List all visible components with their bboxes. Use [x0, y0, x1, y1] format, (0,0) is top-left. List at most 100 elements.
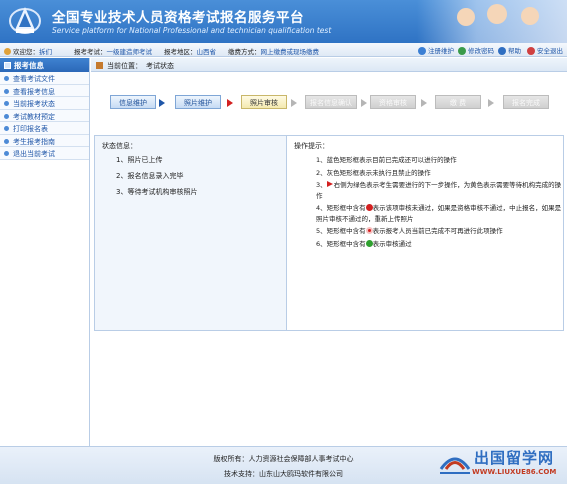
- sidebar-item-exit-exam[interactable]: 退出当前考试: [0, 147, 89, 160]
- watermark-logo-icon: [439, 457, 471, 474]
- bullet-icon: [4, 113, 9, 119]
- step-photo-maintain[interactable]: 照片维护: [175, 95, 221, 109]
- help-link[interactable]: 帮助: [498, 45, 521, 55]
- step-info-maintain[interactable]: 信息维护: [110, 95, 156, 109]
- bullet-icon: [4, 151, 9, 156]
- region-value: 山西省: [196, 48, 217, 56]
- site-title: 全国专业技术人员资格考试报名服务平台: [52, 10, 304, 26]
- user-info-bar: 欢迎您：拆们 报考考试：一级建造师考试 报考地区：山西省 缴费方式：网上缴费或现…: [0, 43, 567, 57]
- sidebar-item-label: 查看考试文件: [13, 75, 55, 83]
- status-panel: 状态信息： 1、照片已上传 2、报名信息录入完毕 3、等待考试机构审核照片: [95, 136, 287, 330]
- step-photo-review: 照片审核: [241, 95, 287, 109]
- tip-text: 表示报考人员当前已完成不可再进行此项操作: [372, 227, 503, 235]
- breadcrumb-label: 当前位置：: [107, 62, 142, 70]
- status-title: 状态信息：: [102, 142, 137, 150]
- tip-text: 4、矩形框中含有: [316, 204, 366, 212]
- exam-label: 报考考试：: [74, 48, 107, 56]
- sidebar-item-label: 考生报考指南: [13, 137, 55, 146]
- sidebar-item-view-exam-files[interactable]: 查看考试文件: [0, 72, 89, 85]
- bullet-icon: [4, 126, 9, 131]
- tips-title: 操作提示：: [294, 142, 329, 150]
- sidebar-item-view-registration[interactable]: 查看报考信息: [0, 84, 89, 97]
- sidebar-heading: 报考信息: [0, 58, 89, 72]
- tip-text: 2、灰色矩形框表示未执行且禁止的操作: [316, 168, 431, 177]
- step-payment: 缴 费: [435, 95, 481, 109]
- tip-item: 1、蓝色矩形框表示目前已完成还可以进行的操作: [294, 155, 563, 166]
- tips-panel: 操作提示： 1、蓝色矩形框表示目前已完成还可以进行的操作 2、灰色矩形框表示未执…: [288, 136, 563, 330]
- tip-text: 6、矩形框中含有: [316, 239, 366, 248]
- step-confirm-info: 报名信息确认: [305, 95, 357, 109]
- payment-label: 缴费方式：: [228, 48, 261, 56]
- step-label: 缴 费: [449, 99, 467, 107]
- sidebar-item-label: 退出当前考试: [13, 150, 55, 158]
- bullet-icon: [4, 88, 9, 94]
- folder-icon: [4, 62, 11, 69]
- bullet-icon: [4, 101, 9, 106]
- pta-logo-icon: [9, 7, 41, 34]
- bullet-icon: [4, 138, 9, 144]
- step-label: 照片审核: [250, 99, 278, 107]
- logout-icon: [527, 47, 535, 55]
- key-icon: [458, 47, 466, 55]
- sidebar-heading-label: 报考信息: [14, 61, 44, 70]
- payment-info: 缴费方式：网上缴费或现场缴费: [228, 46, 319, 56]
- arrow-right-icon: [488, 99, 494, 107]
- sidebar-item-current-status[interactable]: 当前报考状态: [0, 97, 89, 110]
- change-password-link[interactable]: 修改密码: [458, 45, 494, 55]
- user-name: 拆们: [39, 48, 52, 56]
- breadcrumb-page: 考试状态: [146, 62, 174, 70]
- exam-value: 一级建造师考试: [106, 48, 153, 56]
- tip-item: 2、灰色矩形框表示未执行且禁止的操作: [294, 168, 563, 179]
- red-arrow-icon: [326, 181, 333, 187]
- sidebar-item-print-form[interactable]: 打印报名表: [0, 122, 89, 135]
- home-icon: [96, 62, 103, 69]
- forbidden-icon: [365, 227, 373, 234]
- watermark-text: 出国留学网: [474, 449, 555, 467]
- red-exclamation-icon: [365, 204, 373, 211]
- help-label: 帮助: [508, 47, 521, 55]
- tip-item: 4、矩形框中含有 表示该项审核未通过，如果是资格审核不通过，中止报名，如果是照片审…: [294, 203, 563, 224]
- arrow-right-icon: [361, 99, 367, 107]
- arrow-right-icon: [291, 99, 297, 107]
- header-banner: 全国专业技术人员资格考试报名服务平台 Service platform for …: [0, 0, 567, 43]
- tip-item: 6、矩形框中含有 表示审核通过: [294, 239, 563, 250]
- welcome-info: 欢迎您：拆们: [4, 46, 52, 56]
- exam-info: 报考考试：一级建造师考试: [74, 46, 152, 56]
- step-label: 信息维护: [119, 99, 147, 107]
- breadcrumb: 当前位置： 考试状态: [91, 58, 567, 72]
- welcome-label: 欢迎您：: [13, 48, 39, 56]
- watermark-url: WWW.LIUXUE86.COM: [472, 468, 557, 476]
- step-label: 资格审核: [379, 99, 407, 107]
- status-and-tips: 状态信息： 1、照片已上传 2、报名信息录入完毕 3、等待考试机构审核照片 操作…: [94, 135, 564, 331]
- payment-value: 网上缴费或现场缴费: [260, 48, 320, 56]
- main-content: 当前位置： 考试状态 信息维护 照片维护 照片审核 报名信息确认 资格审核 缴 费…: [91, 58, 567, 446]
- region-info: 报考地区：山西省: [164, 46, 216, 56]
- header-photo: [417, 0, 567, 43]
- change-password-label: 修改密码: [468, 47, 494, 55]
- site-subtitle: Service platform for National Profession…: [52, 26, 332, 35]
- tip-text: 3、: [316, 181, 327, 189]
- green-check-icon: [365, 239, 373, 247]
- bullet-icon: [4, 76, 9, 81]
- sidebar: 报考信息 查看考试文件 查看报考信息 当前报考状态 考试教材预定 打印报名表 考…: [0, 58, 90, 446]
- step-label: 照片维护: [184, 99, 212, 107]
- register-maintain-link[interactable]: 注册维护: [418, 45, 454, 55]
- sidebar-item-label: 打印报名表: [13, 125, 48, 133]
- step-qualification-review: 资格审核: [370, 95, 416, 109]
- red-arrow-right-icon: [227, 99, 233, 107]
- tip-item: 3、 右侧为绿色表示考生需要进行的下一步操作，为黄色表示需要等待机构完成的操作: [294, 180, 563, 201]
- sidebar-item-label: 考试教材预定: [13, 112, 55, 121]
- status-line: 3、等待考试机构审核照片: [116, 188, 198, 196]
- status-line: 2、报名信息录入完毕: [116, 172, 184, 180]
- register-icon: [418, 47, 426, 55]
- sidebar-item-order-textbooks[interactable]: 考试教材预定: [0, 109, 89, 122]
- logout-label: 安全退出: [537, 47, 563, 55]
- logout-link[interactable]: 安全退出: [527, 45, 563, 55]
- sidebar-item-guide[interactable]: 考生报考指南: [0, 134, 89, 147]
- help-icon: [498, 47, 506, 55]
- sidebar-item-label: 当前报考状态: [13, 100, 55, 108]
- region-label: 报考地区：: [164, 48, 197, 56]
- tip-text: 表示审核通过: [372, 239, 412, 248]
- step-label: 报名信息确认: [310, 99, 352, 107]
- progress-steps: 信息维护 照片维护 照片审核 报名信息确认 资格审核 缴 费 报名完成: [91, 82, 567, 120]
